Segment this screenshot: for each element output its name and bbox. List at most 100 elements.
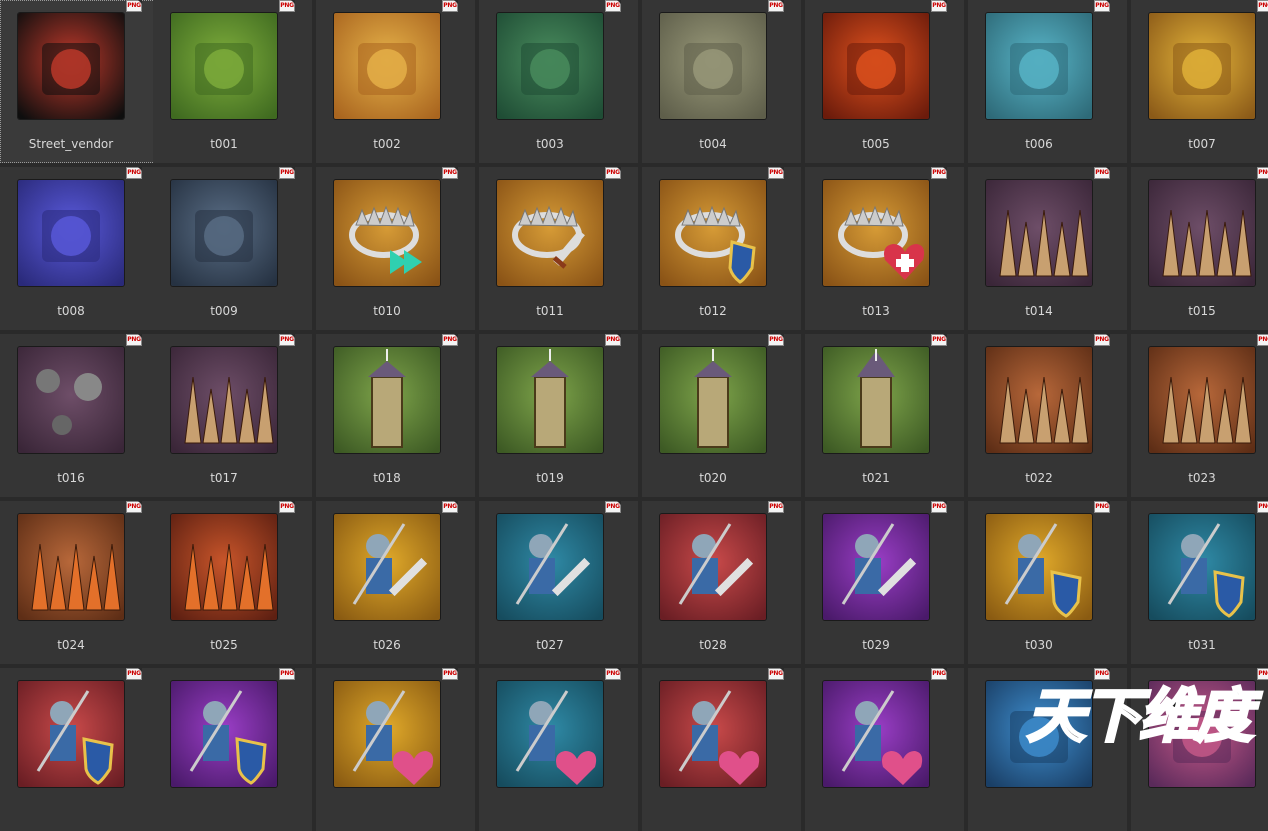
file-thumbnail[interactable]: PNG t013: [805, 167, 964, 330]
file-thumbnail[interactable]: PNG: [1131, 668, 1268, 831]
file-name-label: t005: [862, 137, 890, 151]
file-name-label: t006: [1025, 137, 1053, 151]
file-thumbnail[interactable]: PNG t008: [0, 167, 159, 330]
png-file-badge: PNG: [279, 501, 295, 513]
file-thumbnail[interactable]: PNG t021: [805, 334, 964, 497]
file-thumbnail[interactable]: PNG: [805, 668, 964, 831]
file-thumbnail[interactable]: PNG t018: [316, 334, 475, 497]
file-thumbnail[interactable]: PNG t022: [968, 334, 1127, 497]
file-name-label: t002: [373, 137, 401, 151]
png-file-badge: PNG: [931, 334, 947, 346]
file-thumbnail[interactable]: PNG t014: [968, 167, 1127, 330]
png-file-badge: PNG: [768, 334, 784, 346]
file-name-label: t018: [373, 471, 401, 485]
street-vendor-icon: [18, 13, 124, 119]
png-file-badge: PNG: [605, 0, 621, 12]
file-name-label: Street_vendor: [28, 137, 114, 151]
file-thumbnail[interactable]: PNG: [0, 668, 159, 831]
file-thumbnail[interactable]: PNG: [316, 668, 475, 831]
png-file-badge: PNG: [126, 501, 142, 513]
png-file-badge: PNG: [126, 0, 142, 12]
file-thumbnail[interactable]: PNG Street_vendor: [0, 0, 159, 163]
file-thumbnail[interactable]: PNG t016: [0, 334, 159, 497]
file-name-label: t019: [536, 471, 564, 485]
spiked-logs-icon: [1149, 180, 1255, 286]
file-thumbnail[interactable]: PNG t030: [968, 501, 1127, 664]
png-file-badge: PNG: [1257, 501, 1268, 513]
fire-caltrops-icon: [18, 347, 124, 453]
file-thumbnail[interactable]: PNG t007: [1131, 0, 1268, 163]
file-name-label: t027: [536, 638, 564, 652]
file-name-label: t020: [699, 471, 727, 485]
file-thumbnail[interactable]: PNG t020: [642, 334, 801, 497]
file-name-label: t016: [57, 471, 85, 485]
cavalry-heal-icon: [497, 681, 603, 787]
crystal-miner-icon: [18, 180, 124, 286]
file-thumbnail[interactable]: PNG t010: [316, 167, 475, 330]
png-file-badge: PNG: [442, 501, 458, 513]
file-thumbnail[interactable]: PNG t001: [153, 0, 312, 163]
backpack-icon: [171, 13, 277, 119]
png-file-badge: PNG: [1257, 668, 1268, 680]
file-name-label: t012: [699, 304, 727, 318]
png-file-badge: PNG: [442, 334, 458, 346]
file-thumbnail[interactable]: PNG t009: [153, 167, 312, 330]
file-thumbnail[interactable]: PNG t023: [1131, 334, 1268, 497]
file-thumbnail[interactable]: PNG t029: [805, 501, 964, 664]
fire-spiked-logs-icon: [171, 347, 277, 453]
file-name-label: t001: [210, 137, 238, 151]
cavalry-shield-icon: [1149, 514, 1255, 620]
file-thumbnail[interactable]: PNG: [642, 668, 801, 831]
siege-sword-icon: [823, 514, 929, 620]
trap-shield-icon: [660, 180, 766, 286]
file-name-label: t031: [1188, 638, 1216, 652]
spire-tower-icon: [823, 347, 929, 453]
file-thumbnail[interactable]: PNG: [479, 668, 638, 831]
png-file-badge: PNG: [279, 167, 295, 179]
png-file-badge: PNG: [126, 668, 142, 680]
stone-tower-icon: [660, 347, 766, 453]
file-name-label: t017: [210, 471, 238, 485]
png-file-badge: PNG: [1257, 334, 1268, 346]
file-thumbnail[interactable]: PNG t006: [968, 0, 1127, 163]
file-thumbnail[interactable]: PNG t011: [479, 167, 638, 330]
png-file-badge: PNG: [442, 167, 458, 179]
file-thumbnail[interactable]: PNG t004: [642, 0, 801, 163]
png-file-badge: PNG: [1094, 0, 1110, 12]
wooden-watchtower-icon: [334, 347, 440, 453]
png-file-badge: PNG: [279, 668, 295, 680]
png-file-badge: PNG: [768, 501, 784, 513]
file-thumbnail[interactable]: PNG t019: [479, 334, 638, 497]
png-file-badge: PNG: [1094, 668, 1110, 680]
file-thumbnail[interactable]: PNG t012: [642, 167, 801, 330]
file-thumbnail[interactable]: PNG t024: [0, 501, 159, 664]
file-thumbnail[interactable]: PNG t002: [316, 0, 475, 163]
file-name-label: t023: [1188, 471, 1216, 485]
png-file-badge: PNG: [1257, 167, 1268, 179]
file-name-label: t008: [57, 304, 85, 318]
infantry-sword-icon: [334, 514, 440, 620]
file-name-label: t015: [1188, 304, 1216, 318]
file-thumbnail[interactable]: PNG t027: [479, 501, 638, 664]
file-thumbnail[interactable]: PNG t026: [316, 501, 475, 664]
file-name-label: t021: [862, 471, 890, 485]
file-thumbnail[interactable]: PNG: [153, 668, 312, 831]
file-thumbnail[interactable]: PNG t017: [153, 334, 312, 497]
storage-crate-icon: [171, 180, 277, 286]
file-thumbnail[interactable]: PNG t005: [805, 0, 964, 163]
png-file-badge: PNG: [279, 334, 295, 346]
png-file-badge: PNG: [126, 334, 142, 346]
file-thumbnail[interactable]: PNG t015: [1131, 167, 1268, 330]
file-thumbnail[interactable]: PNG t028: [642, 501, 801, 664]
png-file-badge: PNG: [768, 0, 784, 12]
file-thumbnail[interactable]: PNG: [968, 668, 1127, 831]
file-name-label: t010: [373, 304, 401, 318]
file-thumbnail[interactable]: PNG t003: [479, 0, 638, 163]
trap-heal-icon: [823, 180, 929, 286]
file-name-label: t004: [699, 137, 727, 151]
png-file-badge: PNG: [605, 167, 621, 179]
thumbnail-grid: PNG Street_vendor PNG t001 PNG t002 PNG t003 PNG…: [0, 0, 1268, 831]
file-thumbnail[interactable]: PNG t031: [1131, 501, 1268, 664]
file-thumbnail[interactable]: PNG t025: [153, 501, 312, 664]
png-file-badge: PNG: [768, 167, 784, 179]
